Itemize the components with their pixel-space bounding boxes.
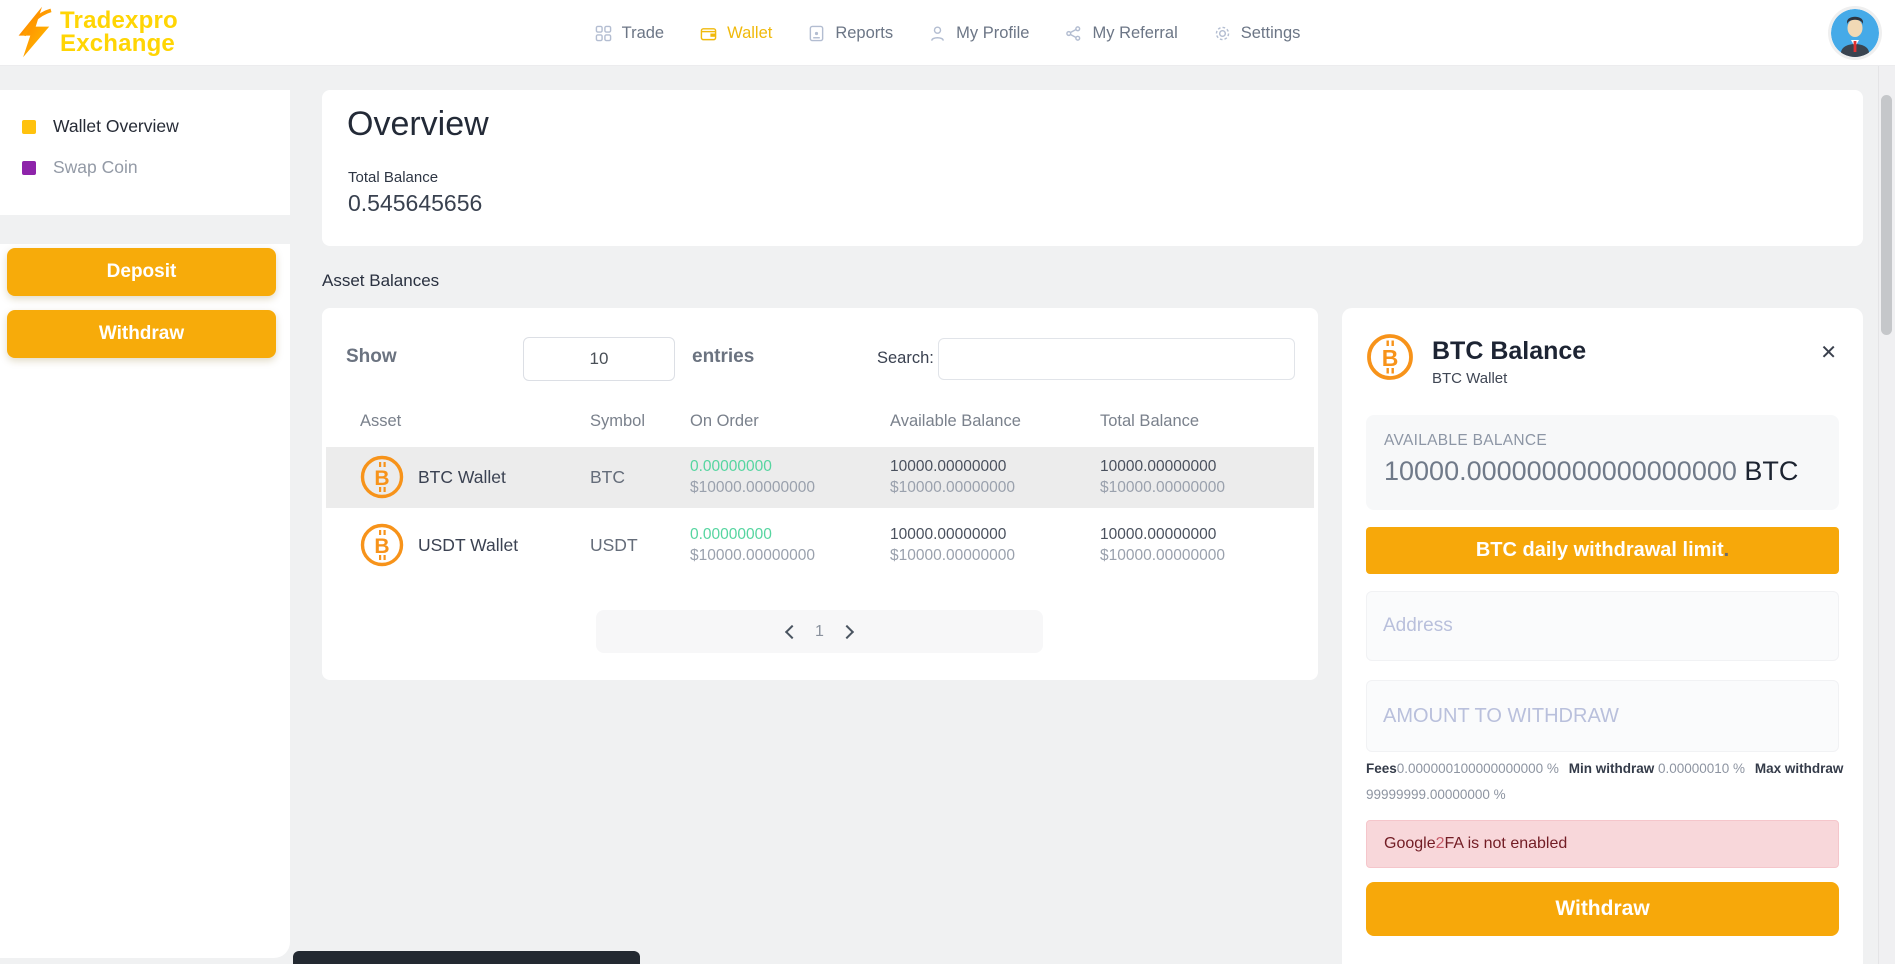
- btc-coin-icon: B: [1366, 333, 1414, 381]
- withdraw-submit-button[interactable]: Withdraw: [1366, 882, 1839, 936]
- user-avatar[interactable]: [1831, 9, 1879, 57]
- panel-title: BTC Balance: [1432, 337, 1586, 366]
- on-order-cell: 0.00000000 $10000.00000000: [690, 524, 815, 566]
- avatar-image: [1831, 9, 1879, 57]
- nav-label: Wallet: [727, 24, 772, 43]
- google-2fa-alert: Google 2FA is not enabled: [1366, 820, 1839, 868]
- svg-text:B: B: [374, 467, 389, 490]
- entries-count-input[interactable]: [523, 337, 675, 381]
- top-header: Tradexpro Exchange Trade: [0, 0, 1895, 66]
- next-page-icon[interactable]: [840, 624, 854, 638]
- available-balance-cell: 10000.00000000 $10000.00000000: [890, 456, 1015, 498]
- main-nav: Trade Wallet Reports: [0, 0, 1895, 66]
- available-balance-cell: 10000.00000000 $10000.00000000: [890, 524, 1015, 566]
- available-balance-value: 10000.000000000000000000 BTC: [1384, 456, 1821, 487]
- table-row-usdt-wallet[interactable]: B USDT Wallet USDT 0.00000000 $10000.000…: [326, 515, 1314, 576]
- column-header-available-balance: Available Balance: [890, 412, 1021, 431]
- profile-icon: [929, 25, 946, 42]
- asset-symbol: BTC: [590, 467, 625, 488]
- available-balance-label: AVAILABLE BALANCE: [1384, 432, 1821, 450]
- nav-item-wallet[interactable]: Wallet: [700, 24, 772, 43]
- nav-label: Reports: [835, 24, 893, 43]
- total-balance-cell: 10000.00000000 $10000.00000000: [1100, 456, 1225, 498]
- scrollbar-track[interactable]: [1878, 0, 1895, 964]
- btc-coin-icon: B: [360, 455, 404, 499]
- yellow-square-bullet-icon: [22, 120, 36, 134]
- nav-label: My Referral: [1092, 24, 1177, 43]
- previous-page-icon[interactable]: [785, 624, 799, 638]
- asset-name: USDT Wallet: [418, 535, 518, 556]
- asset-symbol: USDT: [590, 535, 638, 556]
- search-input[interactable]: [938, 338, 1295, 380]
- scrollbar-thumb[interactable]: [1881, 95, 1892, 335]
- sidebar-item-label: Wallet Overview: [53, 116, 179, 137]
- nav-item-settings[interactable]: Settings: [1214, 24, 1301, 43]
- svg-text:B: B: [374, 535, 389, 558]
- table-row-btc-wallet[interactable]: B BTC Wallet BTC 0.00000000 $10000.00000…: [326, 447, 1314, 508]
- nav-item-reports[interactable]: Reports: [808, 24, 893, 43]
- sidebar-item-swap-coin[interactable]: Swap Coin: [22, 157, 268, 178]
- overview-card: Overview Total Balance 0.545645656: [322, 90, 1863, 246]
- amount-to-withdraw-input[interactable]: [1366, 680, 1839, 752]
- sidebar-item-label: Swap Coin: [53, 157, 138, 178]
- bottom-footer-edge: [293, 951, 640, 964]
- table-pagination: 1: [596, 610, 1043, 653]
- search-label: Search:: [877, 349, 934, 368]
- table-header-row: Asset Symbol On Order Available Balance …: [322, 412, 1318, 442]
- reports-icon: [808, 25, 825, 42]
- sidebar-actions-card: Deposit Withdraw: [0, 244, 290, 958]
- asset-name: BTC Wallet: [418, 467, 506, 488]
- nav-label: Settings: [1241, 24, 1301, 43]
- daily-withdrawal-limit-banner: BTC daily withdrawal limit.: [1366, 527, 1839, 574]
- trade-icon: [595, 25, 612, 42]
- sidebar-item-wallet-overview[interactable]: Wallet Overview: [22, 116, 268, 137]
- wallet-icon: [700, 25, 717, 42]
- page-number[interactable]: 1: [815, 623, 824, 641]
- close-icon[interactable]: ✕: [1820, 340, 1837, 365]
- column-header-total-balance: Total Balance: [1100, 412, 1199, 431]
- fees-info: Fees0.000000100000000000 % Min withdraw …: [1366, 756, 1844, 808]
- column-header-symbol: Symbol: [590, 412, 645, 431]
- panel-subtitle: BTC Wallet: [1432, 370, 1507, 387]
- asset-balances-section-title: Asset Balances: [322, 271, 439, 291]
- withdraw-sidebar-button[interactable]: Withdraw: [7, 310, 276, 358]
- total-balance-value: 0.545645656: [348, 190, 482, 217]
- usdt-coin-icon: B: [360, 523, 404, 567]
- show-label: Show: [346, 346, 397, 368]
- asset-balances-card: Show entries Search: Asset Symbol On Ord…: [322, 308, 1318, 680]
- nav-item-trade[interactable]: Trade: [595, 24, 665, 43]
- total-balance-cell: 10000.00000000 $10000.00000000: [1100, 524, 1225, 566]
- available-balance-box: AVAILABLE BALANCE 10000.0000000000000000…: [1366, 415, 1839, 510]
- referral-icon: [1065, 25, 1082, 42]
- wallet-overview-page: Tradexpro Exchange Trade: [0, 0, 1895, 964]
- currency-unit: BTC: [1744, 456, 1798, 486]
- on-order-cell: 0.00000000 $10000.00000000: [690, 456, 815, 498]
- purple-square-bullet-icon: [22, 161, 36, 175]
- total-balance-label: Total Balance: [348, 169, 438, 186]
- btc-balance-panel: B BTC Balance BTC Wallet ✕ AVAILABLE BAL…: [1342, 308, 1863, 964]
- address-input[interactable]: [1366, 591, 1839, 661]
- svg-text:B: B: [1382, 345, 1399, 371]
- nav-label: Trade: [622, 24, 665, 43]
- settings-icon: [1214, 25, 1231, 42]
- nav-item-my-profile[interactable]: My Profile: [929, 24, 1029, 43]
- entries-label: entries: [692, 346, 754, 368]
- page-title: Overview: [347, 105, 489, 144]
- nav-item-my-referral[interactable]: My Referral: [1065, 24, 1177, 43]
- nav-label: My Profile: [956, 24, 1029, 43]
- column-header-on-order: On Order: [690, 412, 759, 431]
- sidebar-menu-card: Wallet Overview Swap Coin: [0, 90, 290, 215]
- column-header-asset: Asset: [360, 412, 401, 431]
- deposit-button[interactable]: Deposit: [7, 248, 276, 296]
